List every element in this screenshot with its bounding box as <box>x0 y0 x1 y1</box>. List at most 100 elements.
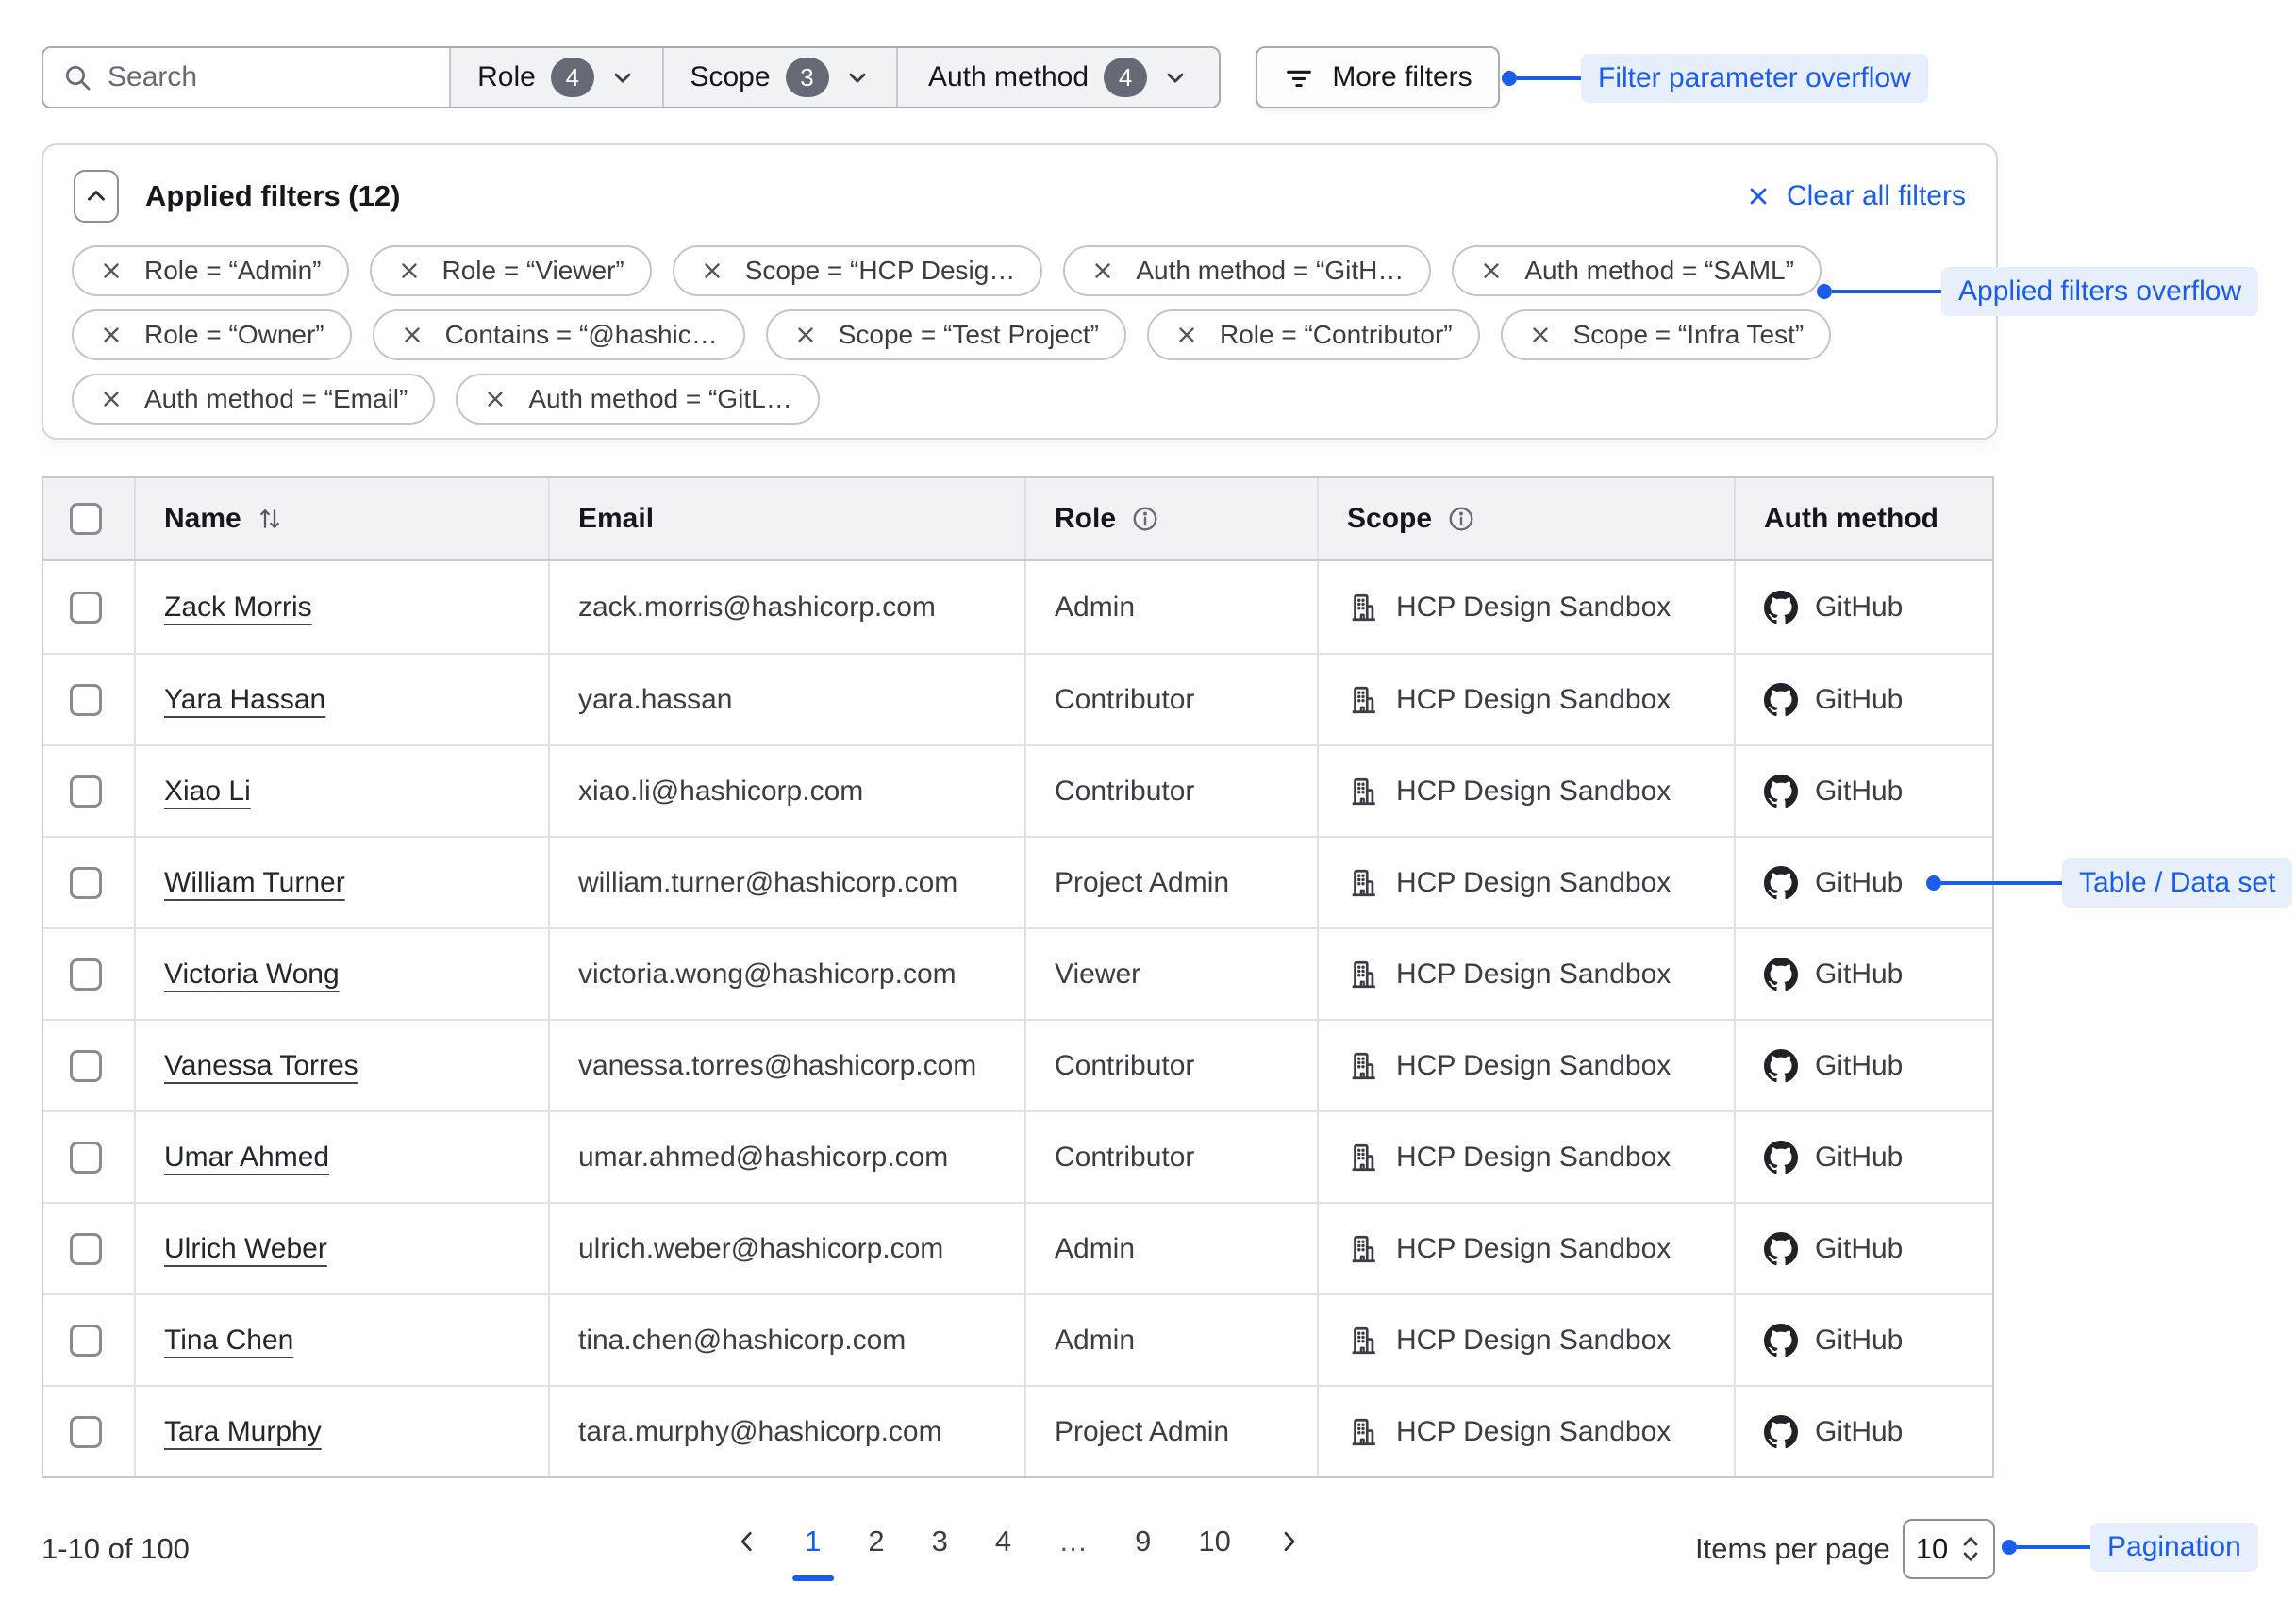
filter-chip[interactable]: Contains = “@hashic… <box>373 309 745 360</box>
row-checkbox[interactable] <box>70 1325 102 1357</box>
row-checkbox[interactable] <box>70 1233 102 1265</box>
user-name-link[interactable]: Tina Chen <box>164 1325 293 1357</box>
filter-chip[interactable]: Auth method = “GitL… <box>456 374 819 425</box>
more-filters-button[interactable]: More filters <box>1256 46 1500 108</box>
github-icon <box>1764 958 1798 992</box>
row-checkbox[interactable] <box>70 1416 102 1448</box>
scope-label: HCP Design Sandbox <box>1396 1233 1671 1265</box>
sort-icon[interactable] <box>257 505 283 533</box>
callout-dot <box>1926 875 1941 891</box>
callout-label: Table / Data set <box>2062 858 2292 908</box>
table-row: Vanessa Torres vanessa.torres@hashicorp.… <box>43 1019 1992 1110</box>
filter-chip[interactable]: Scope = “HCP Desig… <box>673 245 1043 296</box>
role-filter-dropdown[interactable]: Role 4 <box>449 48 662 107</box>
filter-chip-label: Contains = “@hashic… <box>445 320 718 350</box>
chip-row: Role = “Admin” Role = “Viewer” Scope = “… <box>72 245 1968 296</box>
row-checkbox[interactable] <box>70 1142 102 1174</box>
row-checkbox[interactable] <box>70 1050 102 1082</box>
filter-bar: Role 4 Scope 3 Auth method 4 <box>42 46 1221 108</box>
filter-chip[interactable]: Role = “Owner” <box>72 309 352 360</box>
filter-chip[interactable]: Auth method = “GitH… <box>1063 245 1431 296</box>
scope-label: HCP Design Sandbox <box>1396 684 1671 716</box>
org-building-icon <box>1347 592 1379 624</box>
scope-label: HCP Design Sandbox <box>1396 1325 1671 1357</box>
items-per-page-select[interactable]: 10 <box>1903 1519 1995 1579</box>
chevron-up-icon <box>82 182 110 210</box>
column-header-auth-method: Auth method <box>1734 478 1992 559</box>
info-icon[interactable] <box>1447 505 1475 533</box>
select-all-cell <box>43 478 134 559</box>
auth-method-cell: GitHub <box>1734 561 1992 653</box>
collapse-panel-button[interactable] <box>74 170 119 223</box>
users-table: Name Email Role Scope <box>42 476 1994 1478</box>
filter-chip-label: Scope = “Infra Test” <box>1573 320 1805 350</box>
previous-page-button[interactable] <box>733 1527 761 1556</box>
info-icon[interactable] <box>1131 505 1159 533</box>
filter-chip[interactable]: Role = “Contributor” <box>1147 309 1480 360</box>
auth-method-label: GitHub <box>1815 958 1903 991</box>
user-name-link[interactable]: Victoria Wong <box>164 958 340 991</box>
page-button[interactable]: 9 <box>1131 1525 1155 1558</box>
filter-chip[interactable]: Role = “Viewer” <box>370 245 652 296</box>
page-button[interactable]: 2 <box>864 1525 888 1558</box>
user-name-link[interactable]: Umar Ahmed <box>164 1142 329 1174</box>
user-name-link[interactable]: Tara Murphy <box>164 1416 322 1448</box>
page-button[interactable]: 4 <box>991 1525 1015 1558</box>
next-page-button[interactable] <box>1274 1527 1303 1556</box>
auth-method-label: GitHub <box>1815 775 1903 808</box>
clear-all-filters-link[interactable]: Clear all filters <box>1745 180 1966 212</box>
search-box[interactable] <box>43 48 449 107</box>
page-button[interactable]: 1 <box>801 1525 824 1558</box>
scope-label: HCP Design Sandbox <box>1396 592 1671 624</box>
auth-method-label: GitHub <box>1815 684 1903 716</box>
user-name-link[interactable]: Yara Hassan <box>164 684 325 716</box>
row-checkbox[interactable] <box>70 592 102 624</box>
filter-chip[interactable]: Auth method = “Email” <box>72 374 435 425</box>
row-checkbox[interactable] <box>70 958 102 991</box>
callout-table-data-set: Table / Data set <box>1926 858 2292 908</box>
applied-filters-title: Applied filters (12) <box>145 179 400 213</box>
applied-filters-panel: Applied filters (12) Clear all filters R… <box>42 143 1998 440</box>
row-checkbox[interactable] <box>70 775 102 808</box>
page-button[interactable]: 10 <box>1194 1525 1234 1558</box>
row-checkbox[interactable] <box>70 684 102 716</box>
role-cell: Project Admin <box>1024 838 1317 927</box>
column-header-scope: Scope <box>1317 478 1734 559</box>
search-input[interactable] <box>108 61 430 93</box>
row-checkbox[interactable] <box>70 867 102 899</box>
org-building-icon <box>1347 684 1379 716</box>
filter-chip[interactable]: Scope = “Test Project” <box>766 309 1126 360</box>
filter-chip-label: Role = “Viewer” <box>442 256 624 286</box>
filter-chip-label: Auth method = “GitL… <box>528 384 791 414</box>
user-name-link[interactable]: Zack Morris <box>164 592 312 624</box>
scope-filter-dropdown[interactable]: Scope 3 <box>662 48 896 107</box>
role-cell: Contributor <box>1024 655 1317 744</box>
callout-applied-filters-overflow: Applied filters overflow <box>1817 267 2258 316</box>
user-name-link[interactable]: William Turner <box>164 867 345 899</box>
column-header-email: Email <box>548 478 1024 559</box>
filter-segment-group: Role 4 Scope 3 Auth method 4 <box>42 46 1221 108</box>
scope-cell: HCP Design Sandbox <box>1317 561 1734 653</box>
scope-label: HCP Design Sandbox <box>1396 1050 1671 1082</box>
table-row: Zack Morris zack.morris@hashicorp.com Ad… <box>43 561 1992 653</box>
column-header-label: Role <box>1055 503 1116 535</box>
filter-chip[interactable]: Auth method = “SAML” <box>1452 245 1822 296</box>
page-button[interactable]: 3 <box>928 1525 952 1558</box>
org-building-icon <box>1347 958 1379 991</box>
select-all-checkbox[interactable] <box>70 503 102 535</box>
applied-filters-header: Applied filters (12) Clear all filters <box>43 145 1996 228</box>
user-name-link[interactable]: Ulrich Weber <box>164 1233 327 1265</box>
scope-label: HCP Design Sandbox <box>1396 867 1671 899</box>
filter-chip-label: Scope = “Test Project” <box>839 320 1099 350</box>
user-name-link[interactable]: Xiao Li <box>164 775 251 808</box>
filter-chip[interactable]: Role = “Admin” <box>72 245 349 296</box>
github-icon <box>1764 1324 1798 1358</box>
auth-method-cell: GitHub <box>1734 929 1992 1019</box>
filter-chip[interactable]: Scope = “Infra Test” <box>1501 309 1832 360</box>
search-icon <box>62 62 92 92</box>
auth-method-filter-dropdown[interactable]: Auth method 4 <box>896 48 1219 107</box>
column-header-name[interactable]: Name <box>134 478 548 559</box>
table-header-row: Name Email Role Scope <box>43 478 1992 561</box>
chevron-down-icon <box>844 64 871 91</box>
user-name-link[interactable]: Vanessa Torres <box>164 1050 358 1082</box>
